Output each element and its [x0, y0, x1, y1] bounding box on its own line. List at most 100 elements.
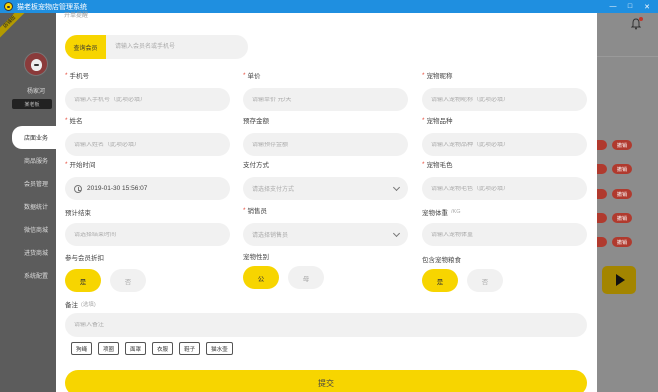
chip-shoes[interactable]: 鞋子	[179, 342, 201, 355]
fur-color-input[interactable]	[431, 185, 587, 192]
salesperson-label: 销售员	[247, 208, 268, 215]
revoke-button[interactable]: 撤销	[612, 189, 632, 199]
chip-muzzle[interactable]: 面罩	[125, 342, 147, 355]
remark-group: 备注 (选填)	[65, 299, 265, 309]
price-input[interactable]	[252, 96, 408, 103]
chip-water-bottle[interactable]: 猫水壶	[206, 342, 233, 355]
background-content	[597, 13, 658, 392]
gender-female[interactable]: 母	[288, 266, 324, 289]
weight-unit: /KG	[451, 209, 461, 215]
chevron-down-icon	[392, 229, 401, 238]
weight-field: 宠物体重/KG	[422, 207, 587, 246]
food-label: 包含宠物粮食	[422, 257, 461, 264]
gender-male[interactable]: 公	[243, 266, 279, 289]
sidebar-item-statistics[interactable]: 数据统计	[0, 195, 56, 218]
breed-label: 宠物品种	[426, 118, 453, 125]
fur-color-label: 宠物毛色	[426, 162, 453, 169]
shop-owner-tag: 某老板	[12, 99, 52, 109]
revoke-button[interactable]: 撤销	[612, 164, 632, 174]
food-group: 包含宠物粮食	[422, 254, 587, 264]
phone-field: * 手机号	[65, 70, 230, 111]
clock-icon	[74, 184, 82, 193]
chip-collar[interactable]: 项圈	[98, 342, 120, 355]
food-toggle: 是 否	[422, 269, 503, 292]
end-time-input[interactable]	[74, 231, 230, 238]
weight-input[interactable]	[431, 231, 587, 238]
remark-input[interactable]	[74, 322, 587, 328]
member-discount-no[interactable]: 否	[110, 269, 146, 292]
weight-label: 宠物体重	[422, 210, 448, 217]
salesperson-select[interactable]: 请选择销售员	[243, 223, 408, 246]
name-field: * 姓名	[65, 115, 230, 156]
row-tag	[597, 189, 607, 199]
price-label: 单价	[247, 73, 261, 80]
payment-select[interactable]: 请选择支付方式	[243, 177, 408, 200]
payment-label: 支付方式	[243, 162, 269, 169]
sidebar-nav: 店面业务 商品服务 会员管理 数据统计 微信商城 进货商城 系统配置	[0, 126, 56, 287]
sidebar-item-wechat-mall[interactable]: 微信商城	[0, 218, 56, 241]
row-tag	[597, 140, 607, 150]
phone-label: 手机号	[69, 73, 90, 80]
sidebar-item-purchase-mall[interactable]: 进货商城	[0, 241, 56, 264]
remark-hint: (选填)	[81, 302, 96, 308]
play-icon[interactable]	[602, 266, 636, 294]
revoke-button[interactable]: 撤销	[612, 237, 632, 247]
salesperson-placeholder: 请选择销售员	[252, 233, 289, 239]
price-field: * 单价	[243, 70, 408, 111]
row-tag	[597, 237, 607, 247]
title-bar: 猫老板宠物店管理系统 — □ ✕	[0, 0, 658, 13]
start-time-picker[interactable]: 2019-01-30 15:56:07	[65, 177, 230, 200]
submit-button[interactable]: 提交	[65, 370, 587, 392]
chip-leash[interactable]: 狗绳	[71, 342, 93, 355]
chevron-down-icon	[392, 183, 401, 192]
name-label: 姓名	[69, 118, 83, 125]
row-tag	[597, 213, 607, 223]
deposit-label: 预存金额	[243, 118, 269, 125]
store-edition-ribbon: 店铺版	[0, 13, 26, 39]
breed-field: * 宠物品种	[422, 115, 587, 156]
divider	[597, 56, 658, 57]
sidebar-item-members[interactable]: 会员管理	[0, 172, 56, 195]
breed-input[interactable]	[431, 141, 587, 148]
pet-name-field: * 宠物昵称	[422, 70, 587, 111]
start-time-label: 开始时间	[69, 162, 96, 169]
row-tag	[597, 164, 607, 174]
chip-clothes[interactable]: 衣服	[152, 342, 174, 355]
revoke-button[interactable]: 撤销	[612, 140, 632, 150]
sidebar-item-goods-services[interactable]: 商品服务	[0, 149, 56, 172]
minimize-button[interactable]: —	[606, 0, 620, 13]
end-time-field: 预计结束	[65, 207, 230, 246]
pet-name-label: 宠物昵称	[426, 73, 453, 80]
fur-color-field: * 宠物毛色	[422, 159, 587, 200]
notification-dot	[639, 17, 643, 21]
close-button[interactable]: ✕	[640, 0, 654, 13]
avatar[interactable]	[24, 52, 48, 76]
member-discount-label: 参与会员折扣	[65, 255, 104, 262]
deposit-input[interactable]	[252, 141, 408, 148]
name-input[interactable]	[74, 141, 230, 148]
payment-placeholder: 请选择支付方式	[252, 187, 295, 193]
gender-toggle: 公 母	[243, 266, 324, 289]
phone-input[interactable]	[74, 96, 230, 103]
remark-label: 备注	[65, 302, 78, 309]
food-no[interactable]: 否	[467, 269, 503, 292]
sidebar-item-store-business[interactable]: 店面业务	[12, 126, 56, 149]
end-time-label: 预计结束	[65, 210, 91, 217]
member-search-input[interactable]	[106, 35, 248, 59]
accessory-chips: 狗绳 项圈 面罩 衣服 鞋子 猫水壶	[71, 342, 233, 355]
gender-group: 宠物性别	[243, 251, 408, 261]
pet-name-input[interactable]	[431, 96, 587, 103]
query-member-button[interactable]: 查询会员	[65, 35, 106, 59]
maximize-button[interactable]: □	[623, 0, 637, 13]
app-logo-icon	[4, 2, 13, 11]
start-time-field: * 开始时间 2019-01-30 15:56:07	[65, 159, 230, 200]
member-discount-yes[interactable]: 是	[65, 269, 101, 292]
food-yes[interactable]: 是	[422, 269, 458, 292]
modal-header-text: 开单提醒	[64, 13, 89, 19]
revoke-button[interactable]: 撤销	[612, 213, 632, 223]
member-search-bar: 查询会员	[65, 35, 248, 59]
sidebar-item-settings[interactable]: 系统配置	[0, 264, 56, 287]
gender-label: 宠物性别	[243, 254, 269, 261]
deposit-field: 预存金额	[243, 115, 408, 156]
member-discount-group: 参与会员折扣	[65, 252, 230, 262]
